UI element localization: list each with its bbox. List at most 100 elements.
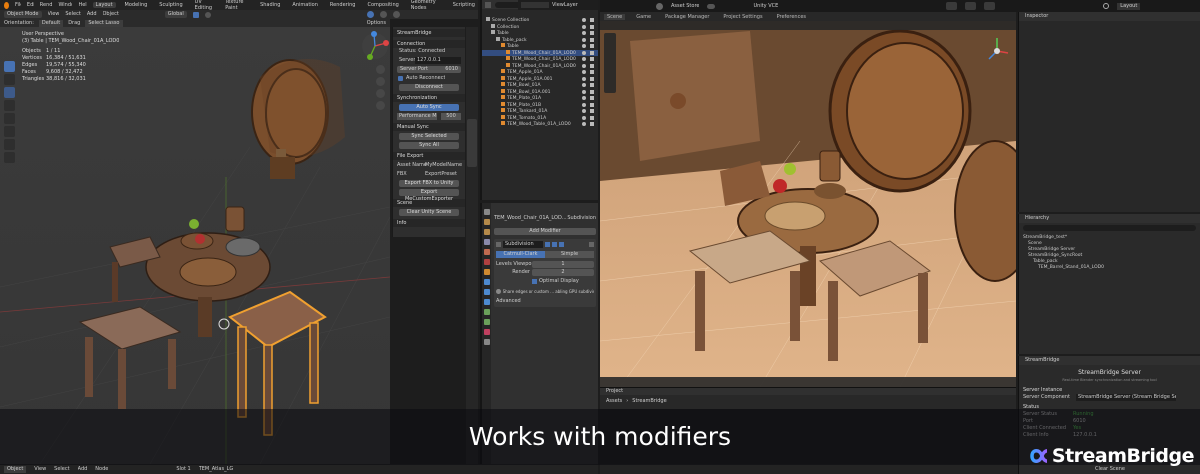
footer-mode-dropdown[interactable]: Object	[4, 465, 27, 473]
server-port-field[interactable]: Server Port 6010	[397, 66, 461, 73]
view-layer-label[interactable]: ViewLayer	[552, 2, 578, 9]
viewport-toggle-icon[interactable]	[552, 242, 557, 247]
export-custom-button[interactable]: Export MeCustomExporter	[399, 189, 459, 202]
shading-solid-icon[interactable]	[366, 11, 374, 18]
outliner-display-icon[interactable]	[485, 1, 491, 8]
streambridge-side-tab[interactable]	[467, 119, 477, 167]
export-preset-dropdown[interactable]: ExportPreset	[425, 171, 457, 178]
select-menu[interactable]: Select	[65, 11, 80, 18]
catmull-clark-button[interactable]: Catmull-Clark	[496, 251, 545, 258]
visibility-eye-icon[interactable]	[582, 70, 586, 74]
camera-render-icon[interactable]	[590, 50, 594, 55]
ortho-toggle-icon[interactable]	[376, 101, 385, 110]
add-modifier-button[interactable]: Add Modifier	[494, 228, 596, 235]
menu-help[interactable]: Help	[78, 2, 86, 9]
output-properties-icon[interactable]	[483, 229, 490, 235]
visibility-eye-icon[interactable]	[582, 57, 586, 61]
texture-properties-icon[interactable]	[483, 339, 490, 345]
visibility-eye-icon[interactable]	[582, 31, 586, 35]
scene-gizmo[interactable]	[983, 35, 1011, 65]
synchronization-header[interactable]: Synchronization	[393, 94, 465, 102]
edit-mode-toggle-icon[interactable]	[545, 242, 550, 247]
tab-preferences[interactable]: Preferences	[774, 14, 809, 20]
options-dropdown[interactable]: Options	[367, 20, 390, 27]
auto-sync-button[interactable]: Auto Sync	[399, 104, 459, 111]
camera-render-icon[interactable]	[590, 76, 594, 81]
visibility-eye-icon[interactable]	[582, 24, 586, 29]
step-button[interactable]	[984, 2, 996, 10]
visibility-eye-icon[interactable]	[582, 89, 586, 94]
visibility-eye-icon[interactable]	[582, 50, 586, 55]
proportional-edit-icon[interactable]	[204, 11, 211, 18]
slot-dropdown[interactable]: Slot 1	[176, 466, 190, 473]
orientation-dropdown[interactable]: Default	[38, 19, 64, 27]
view-menu[interactable]: View	[48, 11, 60, 18]
hierarchy-tab[interactable]: Hierarchy	[1019, 214, 1200, 223]
server-component-field[interactable]: StreamBridge Server (Stream Bridge Serve…	[1076, 394, 1177, 401]
tab-project-settings[interactable]: Project Settings	[720, 14, 765, 20]
shading-material-icon[interactable]	[379, 11, 387, 18]
visibility-eye-icon[interactable]	[582, 44, 586, 48]
object-menu[interactable]: Object	[103, 11, 119, 18]
asset-store-button[interactable]: Asset Store	[671, 3, 699, 10]
camera-render-icon[interactable]	[590, 109, 594, 113]
particles-properties-icon[interactable]	[483, 289, 490, 295]
visibility-eye-icon[interactable]	[582, 115, 586, 120]
streambridge-tab[interactable]: StreamBridge	[1019, 356, 1200, 365]
tool-properties-icon[interactable]	[483, 209, 490, 215]
breadcrumb-assets[interactable]: Assets	[606, 398, 622, 405]
view-layer-icon[interactable]	[483, 239, 490, 245]
tab-game[interactable]: Game	[633, 14, 654, 20]
play-button[interactable]	[946, 2, 958, 10]
transform-tool-icon[interactable]	[4, 126, 15, 137]
simple-button[interactable]: Simple	[545, 251, 594, 258]
camera-render-icon[interactable]	[590, 102, 594, 107]
camera-render-icon[interactable]	[590, 122, 594, 126]
layout-dropdown[interactable]: Layout	[1117, 2, 1141, 10]
search-icon[interactable]	[1103, 3, 1110, 9]
drag-dropdown[interactable]: Select Lasso	[85, 19, 123, 27]
performance-value[interactable]: 500	[441, 113, 461, 120]
workspace-tab-layout[interactable]: Layout	[92, 2, 116, 8]
camera-render-icon[interactable]	[590, 63, 594, 68]
select-tool-icon[interactable]	[4, 61, 15, 72]
clear-unity-scene-button[interactable]: Clear Unity Scene	[399, 209, 459, 216]
object-properties-icon[interactable]	[483, 269, 490, 275]
footer-view-menu[interactable]: View	[34, 466, 46, 473]
auto-reconnect-row[interactable]: Auto Reconnect	[397, 75, 461, 82]
workspace-tab-animation[interactable]: Animation	[289, 2, 321, 8]
workspace-tab-modeling[interactable]: Modeling	[122, 2, 151, 8]
constraints-properties-icon[interactable]	[483, 309, 490, 315]
visibility-eye-icon[interactable]	[582, 122, 586, 126]
footer-node-menu[interactable]: Node	[95, 466, 108, 473]
shading-rendered-icon[interactable]	[392, 11, 400, 18]
render-levels-field[interactable]: 2	[532, 269, 594, 276]
visibility-eye-icon[interactable]	[582, 63, 586, 68]
unity-account-icon[interactable]	[656, 2, 663, 10]
measure-tool-icon[interactable]	[4, 152, 15, 163]
world-properties-icon[interactable]	[483, 259, 490, 265]
outliner-row[interactable]: TEM_Wood_Table_01A_LOD0	[482, 121, 598, 128]
footer-select-menu[interactable]: Select	[54, 466, 69, 473]
mode-dropdown[interactable]: Object Mode	[4, 11, 42, 18]
camera-render-icon[interactable]	[590, 31, 594, 35]
menu-file[interactable]: File	[15, 2, 21, 9]
visibility-eye-icon[interactable]	[582, 37, 586, 42]
camera-render-icon[interactable]	[590, 18, 594, 22]
annotate-tool-icon[interactable]	[4, 139, 15, 150]
clear-scene-button[interactable]: Clear Scene	[1080, 466, 1140, 473]
camera-view-icon[interactable]	[376, 89, 385, 98]
menu-render[interactable]: Render	[40, 2, 53, 9]
pause-button[interactable]	[965, 2, 977, 10]
tab-scene[interactable]: Scene	[604, 13, 626, 20]
material-dropdown[interactable]: TEM_Atlas_LG	[199, 466, 234, 473]
move-tool-icon[interactable]	[4, 87, 15, 98]
optimal-display-checkbox[interactable]	[532, 279, 537, 284]
visibility-eye-icon[interactable]	[582, 76, 586, 81]
workspace-tab-shading[interactable]: Shading	[257, 2, 283, 8]
scale-tool-icon[interactable]	[4, 113, 15, 124]
hierarchy-search-input[interactable]	[1023, 225, 1196, 231]
disconnect-button[interactable]: Disconnect	[399, 84, 459, 91]
server-input[interactable]: 127.0.0.1	[415, 57, 461, 64]
workspace-tab-compositing[interactable]: Compositing	[364, 2, 401, 8]
